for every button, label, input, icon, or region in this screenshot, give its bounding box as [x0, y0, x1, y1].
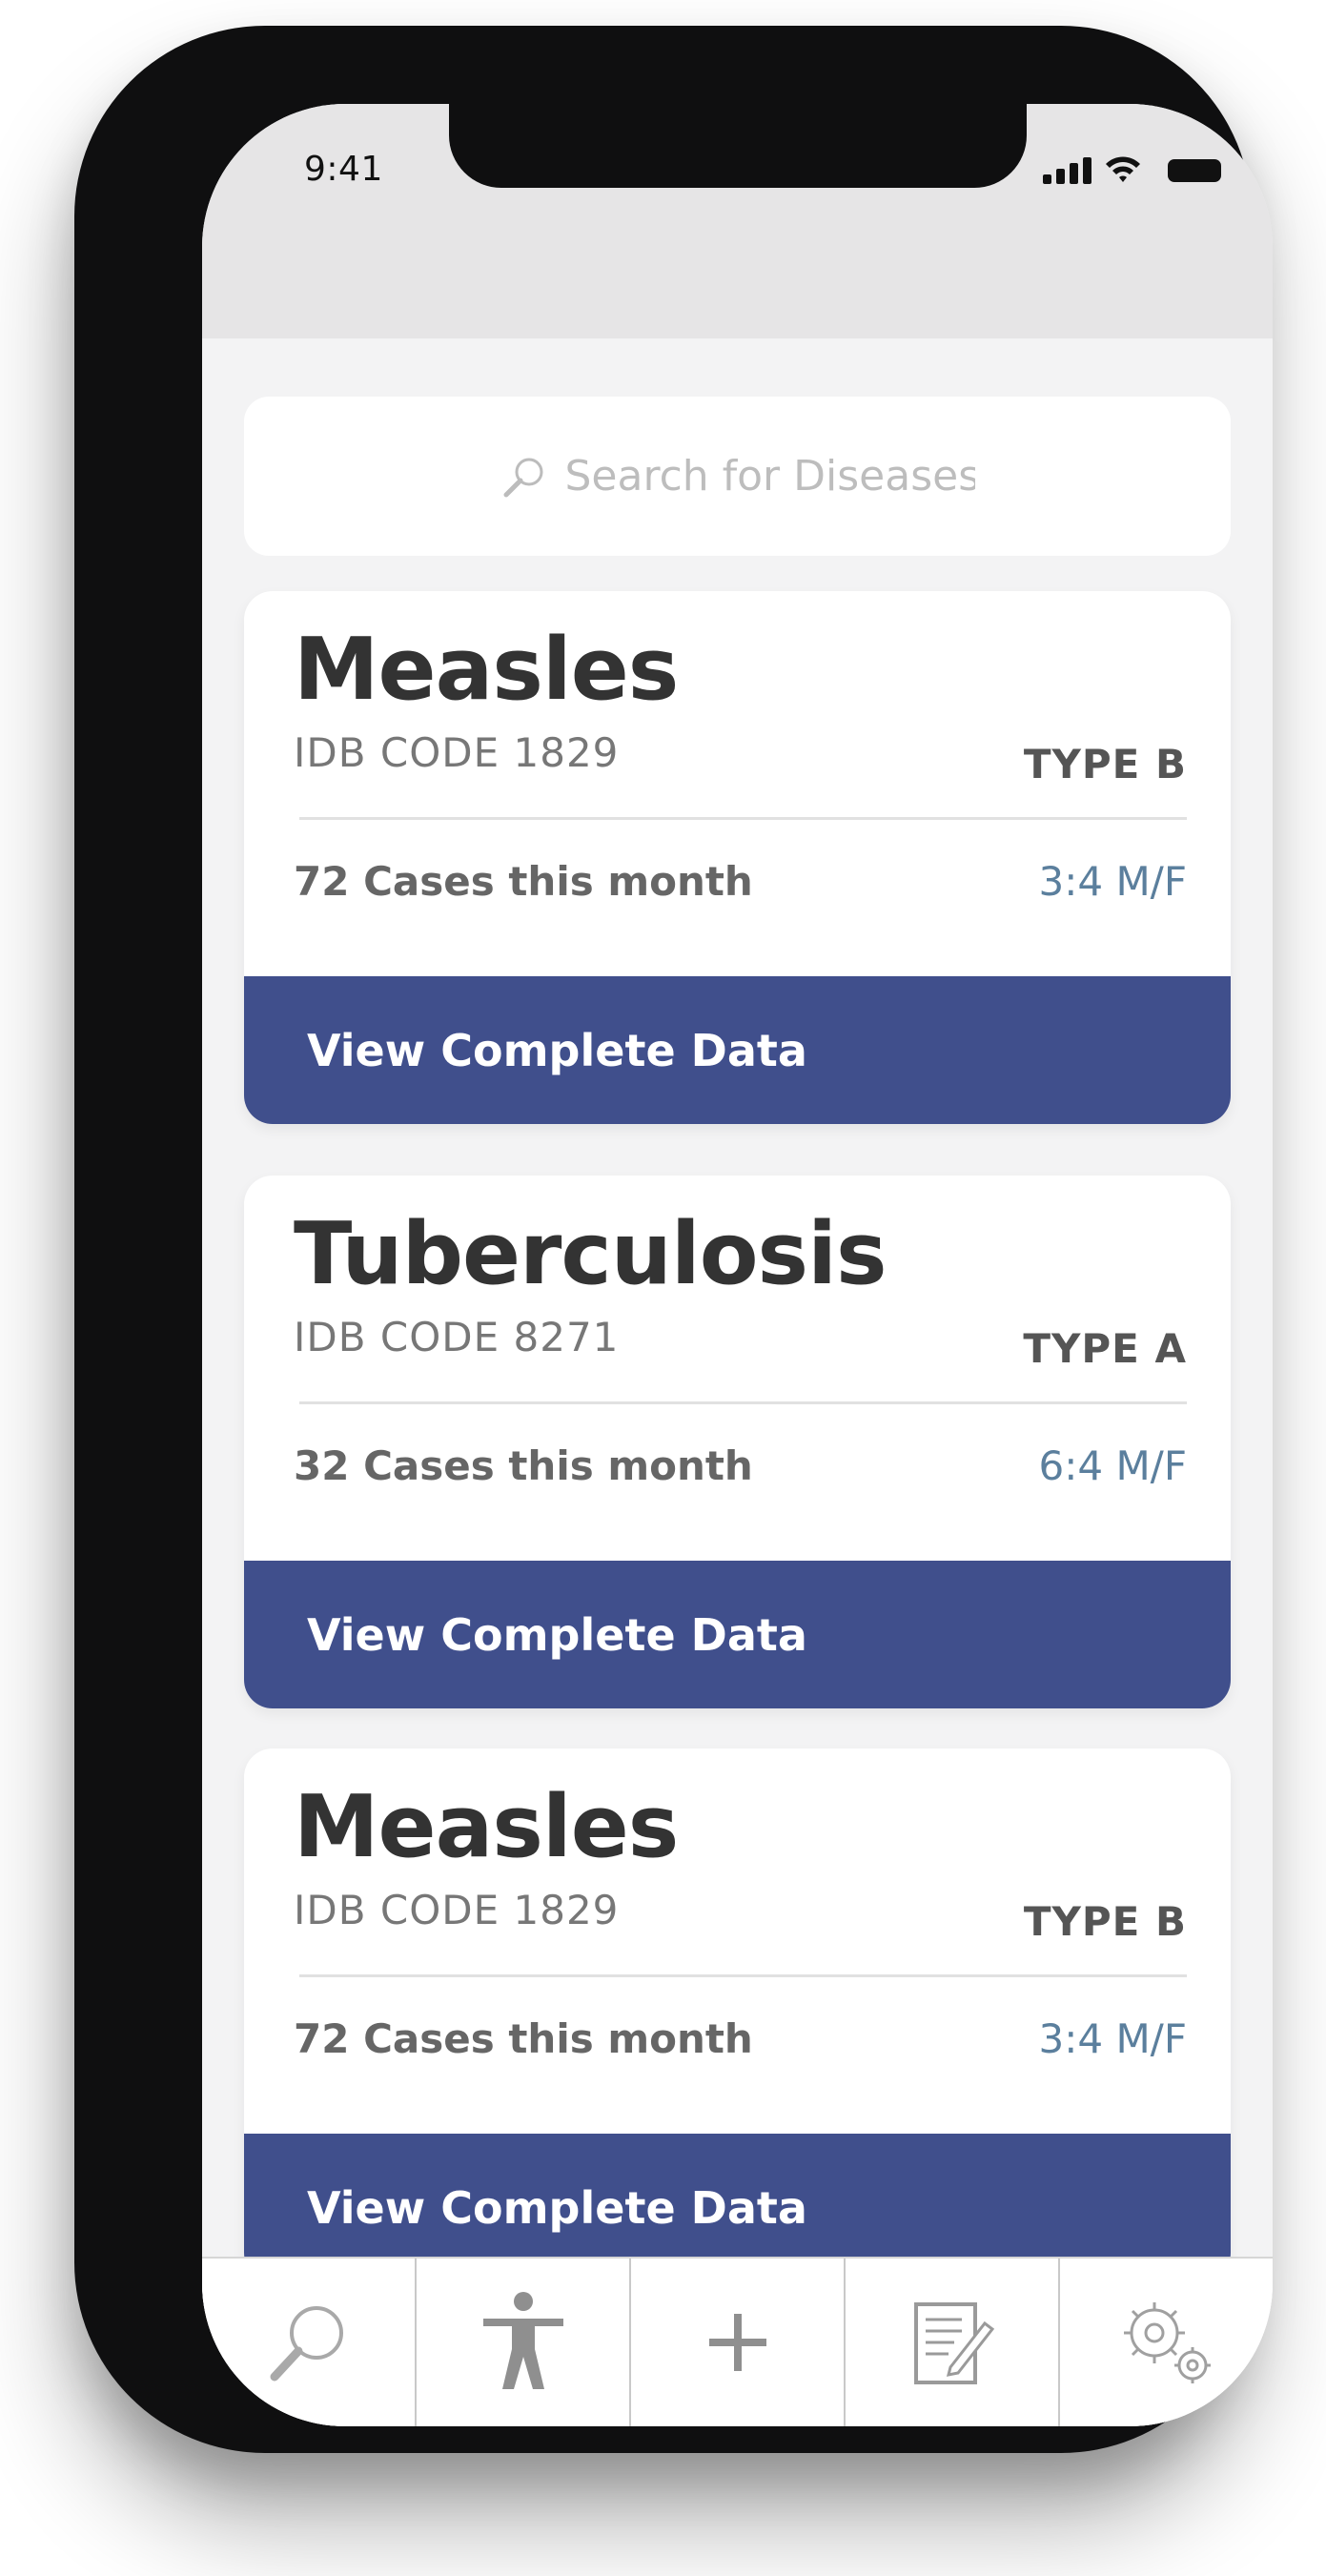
gears-icon: [1123, 2302, 1211, 2383]
disease-type: TYPE A: [1023, 1325, 1187, 1372]
search-input[interactable]: [564, 452, 975, 501]
disease-card: Measles IDB CODE 1829 TYPE B 72 Cases th…: [244, 1748, 1231, 2281]
disease-name: Measles: [294, 1777, 679, 1877]
disease-card: Tuberculosis IDB CODE 8271 TYPE A 32 Cas…: [244, 1176, 1231, 1708]
view-complete-data-button[interactable]: View Complete Data: [244, 976, 1231, 1124]
gender-ratio: 3:4 M/F: [1038, 2015, 1188, 2062]
cases-count: 72 Cases this month: [294, 2015, 753, 2062]
disease-name: Tuberculosis: [294, 1204, 887, 1304]
view-complete-data-button[interactable]: View Complete Data: [244, 1561, 1231, 1708]
search-inner: [244, 397, 1231, 556]
disease-code: IDB CODE 8271: [294, 1314, 620, 1360]
gender-ratio: 3:4 M/F: [1038, 858, 1188, 905]
disease-card: Measles IDB CODE 1829 TYPE B 72 Cases th…: [244, 591, 1231, 1124]
notch: [449, 104, 1027, 188]
plus-icon: [708, 2314, 766, 2371]
app-screen: 9:41 M: [202, 104, 1273, 2426]
tab-add[interactable]: [631, 2259, 846, 2426]
document-edit-icon: [913, 2302, 994, 2384]
card-divider: [299, 817, 1187, 820]
search-icon: [503, 458, 542, 497]
tab-search[interactable]: [202, 2259, 417, 2426]
phone-frame: 9:41 M: [74, 26, 1273, 2453]
cellular-signal-icon: [1043, 157, 1091, 184]
gender-ratio: 6:4 M/F: [1038, 1442, 1188, 1489]
bottom-tab-bar: [202, 2257, 1273, 2426]
disease-name: Measles: [294, 620, 679, 720]
card-divider: [299, 1401, 1187, 1404]
tab-settings[interactable]: [1060, 2259, 1273, 2426]
disease-code: IDB CODE 1829: [294, 1887, 620, 1933]
cases-count: 32 Cases this month: [294, 1442, 753, 1489]
person-icon: [482, 2292, 563, 2389]
card-divider: [299, 1974, 1187, 1977]
cases-count: 72 Cases this month: [294, 858, 753, 905]
disease-type: TYPE B: [1023, 741, 1187, 787]
battery-icon: [1168, 159, 1221, 182]
disease-code: IDB CODE 1829: [294, 729, 620, 776]
search-icon: [270, 2306, 343, 2382]
disease-type: TYPE B: [1023, 1898, 1187, 1945]
tab-reports[interactable]: [846, 2259, 1060, 2426]
header: 9:41: [202, 104, 1273, 338]
tab-body[interactable]: [417, 2259, 631, 2426]
search-bar[interactable]: [244, 397, 1231, 556]
status-time: 9:41: [304, 150, 383, 189]
wifi-icon: [1106, 156, 1140, 182]
